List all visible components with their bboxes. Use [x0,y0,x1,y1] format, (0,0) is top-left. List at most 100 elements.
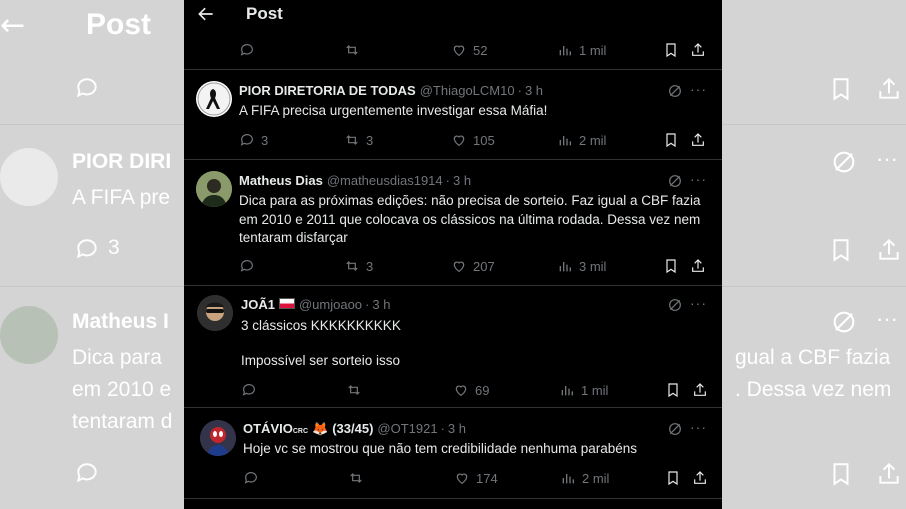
view-count: 3 mil [579,258,607,274]
views-button[interactable]: 1 mil [559,380,608,400]
retweet-icon [348,385,360,395]
like-button[interactable]: 207 [451,256,495,276]
author-handle[interactable]: @ThiagoLCM10 [420,83,515,98]
heart-icon [455,385,467,397]
tweet-text-line: tentaram disfarçar [239,230,348,245]
view-count: 1 mil [581,382,609,398]
avatar[interactable] [197,295,233,331]
separator-dot: · [440,421,445,436]
retweet-icon [350,473,362,483]
tweet-header: OTÁVIO CRC 🦊 (33/45) @OT1921 · 3 h [243,421,466,437]
author-name[interactable]: Matheus Dias [239,173,323,188]
separator-dot: · [445,173,450,188]
like-button[interactable]: 52 [451,40,487,60]
views-button[interactable]: 2 mil [557,130,606,150]
retweet-icon [346,45,358,55]
tweet-time[interactable]: 3 h [448,421,466,436]
retweet-icon [346,135,358,145]
more-icon[interactable]: ··· [690,171,707,187]
tweet-time[interactable]: 3 h [453,173,471,188]
share-icon[interactable] [690,258,706,274]
share-icon[interactable] [692,382,708,398]
like-button[interactable]: 105 [451,130,495,150]
retweet-button[interactable] [346,380,362,400]
avatar[interactable] [200,420,236,456]
page-title: Post [246,4,283,23]
divider [184,498,722,499]
like-button[interactable]: 69 [453,380,489,400]
reply-button[interactable] [241,380,257,400]
retweet-button[interactable] [348,468,364,488]
main-post-actions: 52 1 mil [184,40,722,60]
reply-icon [240,44,253,56]
reply-tweet[interactable]: JOÃ1 @umjoaoo · 3 h ··· 3 clássicos KKKK… [184,286,722,407]
share-icon[interactable] [692,470,708,486]
tweet-header: JOÃ1 @umjoaoo · 3 h [241,297,390,312]
reply-button[interactable] [243,468,259,488]
views-button[interactable]: 1 mil [557,40,606,60]
grok-icon[interactable] [667,421,683,437]
bookmark-icon[interactable] [663,258,679,274]
author-handle[interactable]: @OT1921 [377,421,437,436]
bg-grok-icon [833,311,855,333]
reply-button[interactable] [239,256,255,276]
bg-reply-icon [76,463,97,483]
views-button[interactable]: 3 mil [557,256,606,276]
bg-reply-count: 3 [108,236,120,259]
bg-tweet-text: . Dessa vez nem [735,378,892,401]
bookmark-icon[interactable] [665,470,681,486]
heart-icon [453,135,465,147]
grok-icon[interactable] [667,297,683,313]
bg-tweet-text: gual a CBF fazia [735,346,891,369]
retweet-button[interactable]: 3 [344,130,373,150]
reply-button[interactable]: 3 [239,130,268,150]
bg-reply-icon [76,239,97,259]
more-icon[interactable]: ··· [690,419,707,435]
bookmark-icon[interactable] [663,42,679,58]
bg-page-title: Post [86,8,152,41]
reply-tweet[interactable]: Matheus Dias @matheusdias1914 · 3 h ··· … [184,160,722,285]
reply-tweet[interactable]: PIOR DIRETORIA DE TODAS @ThiagoLCM10 · 3… [184,70,722,159]
retweet-button[interactable] [344,40,360,60]
grok-icon[interactable] [667,173,683,189]
like-count: 105 [473,132,495,148]
tweet-actions: 174 2 mil [184,468,722,488]
author-name[interactable]: JOÃ1 [241,297,275,312]
like-count: 52 [473,42,488,58]
bg-grok-icon [833,151,855,173]
bg-avatar [0,306,58,364]
bookmark-icon[interactable] [663,132,679,148]
mourning-ribbon-icon [197,82,231,116]
more-icon[interactable]: ··· [690,295,707,311]
reply-tweet[interactable]: OTÁVIO CRC 🦊 (33/45) @OT1921 · 3 h ··· H… [184,408,722,498]
retweet-button[interactable]: 3 [344,256,373,276]
tweet-time[interactable]: 3 h [372,297,390,312]
view-count: 1 mil [579,42,607,58]
share-icon[interactable] [690,132,706,148]
like-button[interactable]: 174 [454,468,498,488]
author-name[interactable]: OTÁVIO [243,421,293,436]
bg-bookmark-icon [833,78,849,101]
author-name-suffix: (33/45) [332,421,374,436]
grok-icon[interactable] [667,83,683,99]
bg-author-name: Matheus I [72,310,169,333]
views-button[interactable]: 2 mil [560,468,609,488]
author-handle[interactable]: @matheusdias1914 [327,173,443,188]
avatar[interactable] [196,171,232,207]
profile-photo [196,171,232,207]
reply-icon [240,134,253,146]
bg-tweet-text: em 2010 e [72,378,172,401]
tweet-text-line: Impossível ser sorteio isso [241,353,401,368]
top-bar: Post [184,0,722,30]
post-thread-panel: Post 52 1 mil PIOR DIRETORIA DE TODAS @T… [184,0,722,509]
share-icon[interactable] [690,42,706,58]
reply-button[interactable] [239,40,255,60]
author-name[interactable]: PIOR DIRETORIA DE TODAS [239,83,416,98]
tweet-text-line: 3 clássicos KKKKKKKKKK [241,318,401,333]
tweet-time[interactable]: 3 h [525,83,543,98]
author-handle[interactable]: @umjoaoo [299,297,362,312]
back-arrow-icon[interactable] [196,4,216,24]
avatar[interactable] [196,81,232,117]
bookmark-icon[interactable] [665,382,681,398]
more-icon[interactable]: ··· [690,81,707,97]
